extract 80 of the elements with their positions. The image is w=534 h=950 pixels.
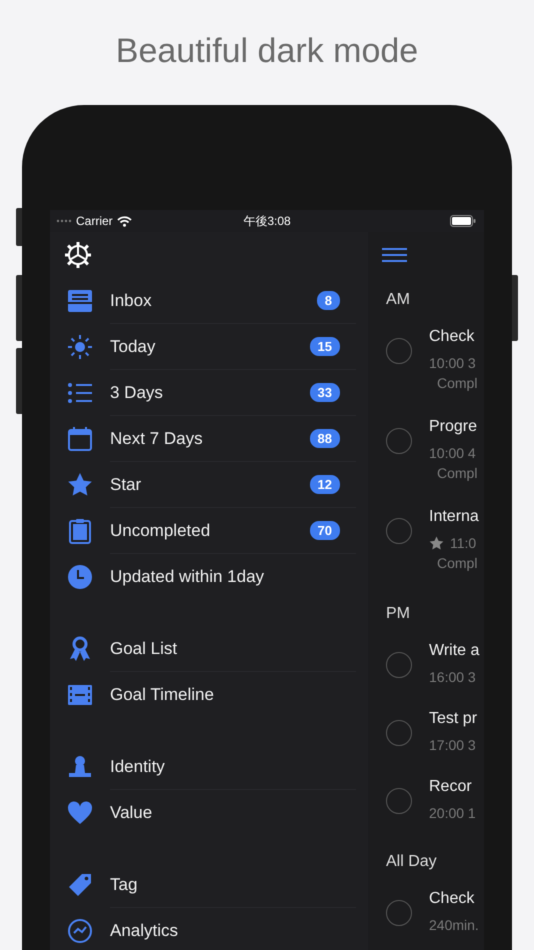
item-label: Next 7 Days bbox=[110, 428, 203, 448]
sidebar-item[interactable]: Star 12 bbox=[50, 462, 368, 508]
task-time: 240min. bbox=[429, 917, 479, 933]
count-badge: 33 bbox=[310, 383, 340, 402]
task-time: 10:00 3 bbox=[429, 355, 476, 371]
clock: 午後3:08 bbox=[243, 212, 291, 230]
list-icon bbox=[67, 380, 93, 406]
checkbox[interactable] bbox=[386, 788, 412, 814]
count-badge: 12 bbox=[310, 475, 340, 494]
sidebar-item[interactable]: Analytics bbox=[50, 908, 368, 950]
count-badge: 8 bbox=[316, 291, 340, 310]
checkbox[interactable] bbox=[386, 338, 412, 364]
star-icon bbox=[67, 472, 93, 498]
section-header: AM bbox=[385, 290, 411, 310]
tag-icon bbox=[67, 872, 93, 898]
checkbox[interactable] bbox=[386, 720, 412, 746]
task-title: Interna bbox=[429, 508, 479, 527]
item-label: Analytics bbox=[110, 921, 178, 941]
item-label: Star bbox=[110, 474, 142, 494]
sidebar-item[interactable]: Today 15 bbox=[50, 324, 368, 370]
wifi-icon bbox=[116, 216, 132, 226]
task-status: Compl bbox=[437, 375, 478, 391]
sidebar-item[interactable]: Inbox 8 bbox=[50, 278, 368, 324]
count-badge: 15 bbox=[310, 337, 340, 356]
task-title: Test pr bbox=[429, 710, 478, 729]
task-title: Check bbox=[429, 890, 476, 909]
task-time: 20:00 1 bbox=[429, 805, 476, 821]
person-icon bbox=[67, 754, 93, 780]
sidebar-item[interactable]: Updated within 1day bbox=[50, 554, 368, 600]
count-badge: 70 bbox=[310, 521, 340, 540]
count-badge: 88 bbox=[310, 429, 340, 448]
sidebar-item[interactable]: 3 Days 33 bbox=[50, 370, 368, 416]
item-label: Identity bbox=[110, 756, 165, 776]
film-icon bbox=[67, 682, 93, 708]
task-status: Compl bbox=[437, 465, 478, 481]
sidebar-item[interactable]: Uncompleted 70 bbox=[50, 508, 368, 554]
task-time: 17:00 3 bbox=[429, 737, 476, 753]
checkbox[interactable] bbox=[386, 428, 412, 454]
item-label: 3 Days bbox=[110, 382, 163, 402]
item-label: Inbox bbox=[110, 290, 152, 310]
task-title: Write a bbox=[429, 642, 480, 661]
item-label: Goal Timeline bbox=[110, 685, 214, 705]
item-label: Goal List bbox=[110, 638, 178, 658]
checkbox[interactable] bbox=[386, 900, 412, 926]
task-title: Recor bbox=[429, 778, 473, 797]
heart-icon bbox=[67, 800, 93, 826]
chart-circle-icon bbox=[67, 918, 93, 944]
inbox-icon bbox=[67, 288, 93, 314]
checkbox[interactable] bbox=[386, 518, 412, 544]
sidebar-item[interactable]: Identity bbox=[50, 744, 368, 790]
section-header: PM bbox=[385, 604, 411, 624]
item-label: Today bbox=[110, 336, 156, 356]
sun-icon bbox=[67, 334, 93, 360]
task-time: 11:0 bbox=[450, 535, 476, 551]
ribbon-icon bbox=[67, 636, 93, 662]
item-label: Uncompleted bbox=[110, 520, 210, 540]
sidebar-item[interactable]: Goal Timeline bbox=[50, 672, 368, 718]
sidebar-item[interactable]: Next 7 Days 88 bbox=[50, 416, 368, 462]
battery-icon bbox=[450, 215, 476, 227]
settings-icon[interactable] bbox=[64, 241, 92, 269]
task-title: Progre bbox=[429, 418, 478, 437]
task-time: 16:00 3 bbox=[429, 669, 476, 685]
checkbox[interactable] bbox=[386, 652, 412, 678]
calendar-icon bbox=[67, 426, 93, 452]
item-label: Updated within 1day bbox=[110, 567, 264, 587]
headline: Beautiful dark mode bbox=[114, 31, 420, 72]
item-label: Value bbox=[110, 803, 152, 823]
clipboard-icon bbox=[67, 518, 93, 544]
carrier-label: Carrier bbox=[76, 214, 113, 228]
section-header: All Day bbox=[385, 852, 438, 872]
task-status: Compl bbox=[437, 555, 478, 571]
task-title: Check bbox=[429, 328, 476, 347]
menu-icon[interactable] bbox=[382, 247, 407, 263]
item-label: Tag bbox=[110, 874, 138, 894]
clock-icon bbox=[67, 564, 93, 590]
sidebar-item[interactable]: Value bbox=[50, 790, 368, 836]
task-time: 10:00 4 bbox=[429, 445, 476, 461]
sidebar-item[interactable]: Tag bbox=[50, 862, 368, 908]
sidebar-item[interactable]: Goal List bbox=[50, 626, 368, 672]
signal-icon bbox=[56, 219, 72, 223]
